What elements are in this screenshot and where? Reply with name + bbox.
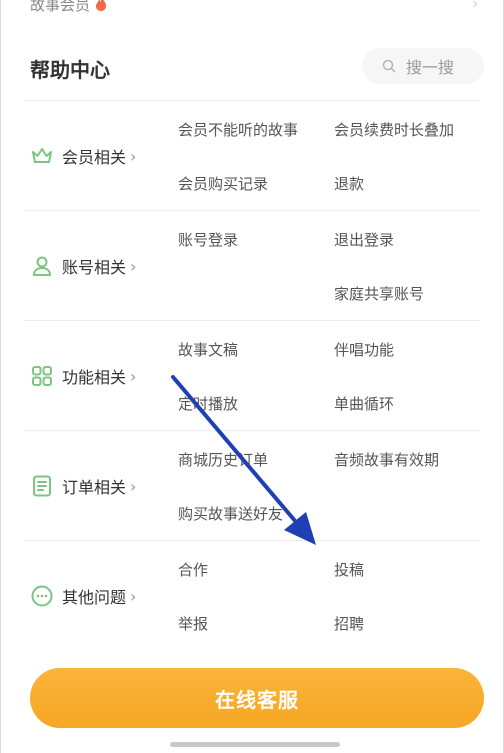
category-label: 账号相关 (62, 258, 127, 277)
section-other: 其他问题 › 合作 投稿 举报 招聘 (24, 540, 480, 650)
category-member[interactable]: 会员相关 › (30, 101, 136, 211)
faq-item[interactable]: 举报 (178, 613, 208, 634)
faq-item[interactable]: 账号登录 (178, 229, 238, 250)
faq-item[interactable]: 招聘 (334, 613, 364, 634)
order-list-icon (33, 475, 51, 497)
online-service-button[interactable]: 在线客服 (30, 668, 484, 728)
member-banner-text: 故事会员 (30, 0, 91, 14)
faq-item[interactable]: 定时播放 (178, 393, 238, 414)
more-dots-icon (31, 585, 53, 607)
faq-item[interactable]: 单曲循环 (334, 393, 394, 414)
faq-item[interactable]: 商城历史订单 (178, 449, 268, 470)
faq-item[interactable]: 音频故事有效期 (334, 449, 439, 470)
category-other[interactable]: 其他问题 › (30, 541, 136, 651)
faq-item[interactable]: 购买故事送好友 (178, 503, 283, 524)
faq-item[interactable]: 会员续费时长叠加 (334, 119, 454, 140)
page-title: 帮助中心 (30, 58, 110, 82)
faq-item[interactable]: 家庭共享账号 (334, 283, 424, 304)
online-service-label: 在线客服 (215, 687, 299, 712)
faq-item[interactable]: 会员购买记录 (178, 173, 268, 194)
section-account: 账号相关 › 账号登录 退出登录 家庭共享账号 (24, 210, 480, 320)
faq-item[interactable]: 退款 (334, 173, 364, 194)
crown-icon (32, 148, 52, 163)
search-input[interactable]: 搜一搜 (362, 48, 484, 84)
category-label: 功能相关 (62, 368, 127, 387)
faq-item[interactable]: 合作 (178, 559, 208, 580)
section-member: 会员相关 › 会员不能听的故事 会员续费时长叠加 会员购买记录 退款 (24, 100, 480, 210)
category-label: 其他问题 (62, 588, 127, 607)
member-banner-row[interactable]: 故事会员 › (30, 0, 490, 16)
category-order[interactable]: 订单相关 › (30, 431, 136, 541)
chevron-right-icon: › (130, 146, 137, 166)
category-account[interactable]: 账号相关 › (30, 211, 136, 321)
category-feature[interactable]: 功能相关 › (30, 321, 136, 431)
chevron-right-icon: › (472, 0, 478, 12)
grid-icon (32, 366, 52, 386)
chevron-right-icon: › (130, 366, 137, 386)
faq-item[interactable]: 故事文稿 (178, 339, 238, 360)
chevron-right-icon: › (130, 476, 137, 496)
user-icon (33, 256, 51, 276)
category-label: 订单相关 (62, 478, 127, 497)
section-order: 订单相关 › 商城历史订单 音频故事有效期 购买故事送好友 (24, 430, 480, 540)
faq-sections: 会员相关 › 会员不能听的故事 会员续费时长叠加 会员购买记录 退款 账号相关 … (24, 100, 480, 650)
section-feature: 功能相关 › 故事文稿 伴唱功能 定时播放 单曲循环 (24, 320, 480, 430)
chevron-right-icon: › (130, 256, 137, 276)
search-icon (382, 59, 396, 73)
faq-item[interactable]: 投稿 (334, 559, 364, 580)
fire-icon (96, 0, 107, 11)
faq-item[interactable]: 退出登录 (334, 229, 394, 250)
category-label: 会员相关 (62, 148, 127, 167)
faq-item[interactable]: 伴唱功能 (334, 339, 394, 360)
faq-item[interactable]: 会员不能听的故事 (178, 119, 298, 140)
home-indicator (170, 742, 340, 747)
search-placeholder: 搜一搜 (406, 58, 455, 77)
help-header: 帮助中心 搜一搜 (30, 48, 484, 88)
chevron-right-icon: › (130, 586, 137, 606)
